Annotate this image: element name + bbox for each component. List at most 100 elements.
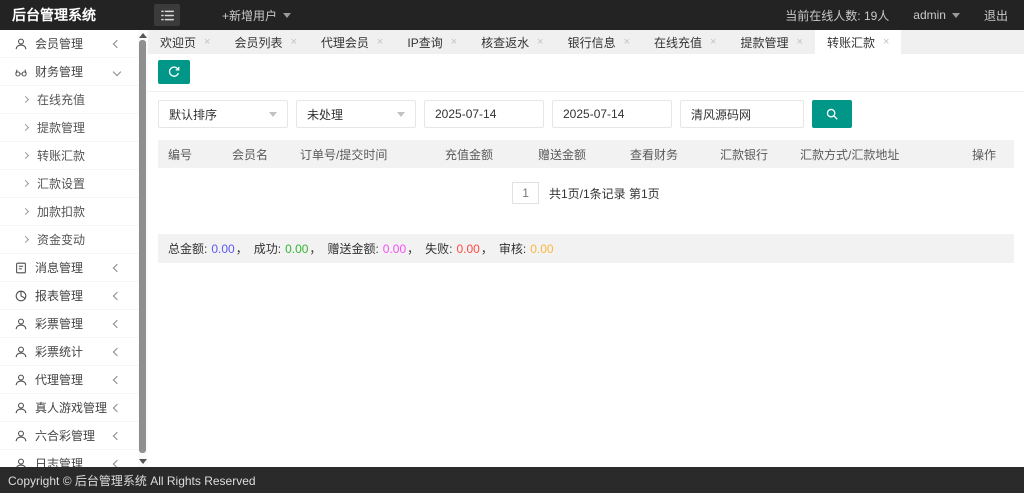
chevron-left-icon: [112, 403, 122, 412]
sidebar-subitem-withdrawal-management[interactable]: 提款管理: [0, 114, 138, 142]
user-icon: [14, 401, 28, 415]
header-right-group: 当前在线人数: 19人 admin 退出: [785, 7, 1024, 24]
tab-label: 欢迎页: [160, 35, 197, 50]
column-header-recharge-amount: 充值金额: [435, 140, 528, 168]
sidebar-subitem-label: 资金变动: [37, 233, 86, 247]
chevron-right-icon: [21, 95, 30, 104]
chevron-right-icon: [21, 151, 30, 160]
chevron-left-icon: [112, 347, 122, 356]
add-user-menu[interactable]: +新增用户: [222, 7, 292, 24]
separator: ，: [407, 242, 420, 256]
tab-label: 提款管理: [740, 35, 789, 50]
sidebar-item-lottery-statistics[interactable]: 彩票统计: [0, 338, 138, 366]
sidebar-subitem-funds-change[interactable]: 资金变动: [0, 226, 138, 254]
sidebar-item-label: 日志管理: [35, 457, 84, 467]
app-title: 后台管理系统: [12, 7, 96, 23]
sidebar-item-report-management[interactable]: 报表管理: [0, 282, 138, 310]
chevron-left-icon: [112, 431, 122, 440]
status-select-value: 未处理: [307, 107, 344, 122]
tab-rebate-check[interactable]: 核查返水 ×: [469, 30, 555, 54]
table-header-row: 编号 会员名 订单号/提交时间 充值金额 赠送金额 查看财务 汇款银行 汇款方式…: [158, 140, 1014, 168]
status-select[interactable]: 未处理: [296, 100, 416, 128]
user-icon: [14, 457, 28, 467]
tab-ip-query[interactable]: IP查询 ×: [395, 30, 469, 54]
summary-value-fail: 0.00: [456, 241, 480, 256]
tab-withdrawal-management[interactable]: 提款管理 ×: [729, 30, 815, 54]
sidebar-subitem-label: 提款管理: [37, 121, 86, 135]
scroll-down-arrow-icon[interactable]: [139, 459, 147, 464]
close-icon[interactable]: ×: [290, 36, 296, 48]
close-icon[interactable]: ×: [204, 36, 210, 48]
tab-member-list[interactable]: 会员列表 ×: [222, 30, 308, 54]
summary-value-success: 0.00: [285, 241, 309, 256]
close-icon[interactable]: ×: [624, 36, 630, 48]
summary-value-total: 0.00: [211, 241, 235, 256]
sidebar-item-member-management[interactable]: 会员管理: [0, 30, 138, 58]
sidebar-item-live-game-management[interactable]: 真人游戏管理: [0, 394, 138, 422]
sidebar-menu: 会员管理 财务管理 在线充值 提款管理 转账汇款 汇款设置 加款扣款 资金变动 …: [0, 30, 138, 467]
sidebar-item-finance-management[interactable]: 财务管理: [0, 58, 138, 86]
scrollbar-thumb[interactable]: [139, 40, 146, 453]
tab-label: 会员列表: [234, 35, 283, 50]
user-menu[interactable]: admin: [913, 8, 960, 22]
date-to-input[interactable]: [552, 100, 672, 128]
sidebar-item-lottery-management[interactable]: 彩票管理: [0, 310, 138, 338]
user-icon: [14, 429, 28, 443]
sidebar-subitem-online-recharge[interactable]: 在线充值: [0, 86, 138, 114]
search-button[interactable]: [812, 100, 852, 128]
user-icon: [14, 37, 28, 51]
add-user-label: +新增用户: [222, 8, 278, 23]
sidebar-item-label: 消息管理: [35, 261, 84, 275]
sidebar-item-agent-management[interactable]: 代理管理: [0, 366, 138, 394]
sidebar-item-label: 报表管理: [35, 289, 84, 303]
list-icon: [160, 9, 175, 22]
message-icon: [14, 261, 28, 275]
summary-value-bonus: 0.00: [382, 241, 407, 256]
sort-select[interactable]: 默认排序: [158, 100, 288, 128]
sidebar-item-log-management[interactable]: 日志管理: [0, 450, 138, 467]
scroll-up-arrow-icon[interactable]: [139, 33, 147, 38]
sidebar-item-label: 六合彩管理: [35, 429, 96, 443]
sidebar-item-message-management[interactable]: 消息管理: [0, 254, 138, 282]
refresh-button[interactable]: [158, 60, 190, 84]
username: admin: [913, 8, 946, 22]
close-icon[interactable]: ×: [883, 36, 889, 48]
close-icon[interactable]: ×: [377, 36, 383, 48]
chevron-left-icon: [112, 319, 122, 328]
sidebar-scrollbar[interactable]: [138, 30, 148, 467]
separator: ，: [309, 242, 322, 256]
sidebar-subitem-remittance-settings[interactable]: 汇款设置: [0, 170, 138, 198]
sidebar-item-mark-six-management[interactable]: 六合彩管理: [0, 422, 138, 450]
date-from-input[interactable]: [424, 100, 544, 128]
close-icon[interactable]: ×: [451, 36, 457, 48]
close-icon[interactable]: ×: [537, 36, 543, 48]
logout-button[interactable]: 退出: [984, 7, 1008, 24]
keyword-input[interactable]: [680, 100, 804, 128]
tab-bank-info[interactable]: 银行信息 ×: [556, 30, 642, 54]
close-icon[interactable]: ×: [797, 36, 803, 48]
sort-select-value: 默认排序: [169, 107, 218, 122]
chevron-left-icon: [112, 291, 122, 300]
menu-toggle-button[interactable]: [154, 4, 180, 26]
sidebar-item-label: 彩票统计: [35, 345, 84, 359]
tab-agent-member[interactable]: 代理会员 ×: [309, 30, 395, 54]
tab-transfer-remittance[interactable]: 转账汇款 ×: [814, 30, 902, 54]
chevron-right-icon: [21, 235, 30, 244]
sidebar-subitem-transfer-remittance[interactable]: 转账汇款: [0, 142, 138, 170]
user-icon: [14, 373, 28, 387]
tab-online-recharge[interactable]: 在线充值 ×: [642, 30, 728, 54]
sidebar-item-label: 财务管理: [35, 65, 84, 79]
chevron-down-icon: [283, 12, 292, 18]
sidebar-subitem-add-deduct-funds[interactable]: 加款扣款: [0, 198, 138, 226]
sidebar-item-label: 真人游戏管理: [35, 401, 108, 415]
user-icon: [14, 345, 28, 359]
sidebar-subitem-label: 转账汇款: [37, 149, 86, 163]
column-header-remit-bank: 汇款银行: [710, 140, 790, 168]
chevron-down-icon: [112, 67, 122, 76]
sidebar: 会员管理 财务管理 在线充值 提款管理 转账汇款 汇款设置 加款扣款 资金变动 …: [0, 30, 148, 467]
refresh-icon: [167, 65, 181, 79]
page-number-button[interactable]: 1: [512, 182, 539, 204]
summary-bar: 总金额: 0.00 ， 成功: 0.00 ， 赠送金额: 0.00 ， 失败: …: [158, 234, 1014, 263]
tab-welcome[interactable]: 欢迎页 ×: [148, 30, 222, 54]
close-icon[interactable]: ×: [710, 36, 716, 48]
